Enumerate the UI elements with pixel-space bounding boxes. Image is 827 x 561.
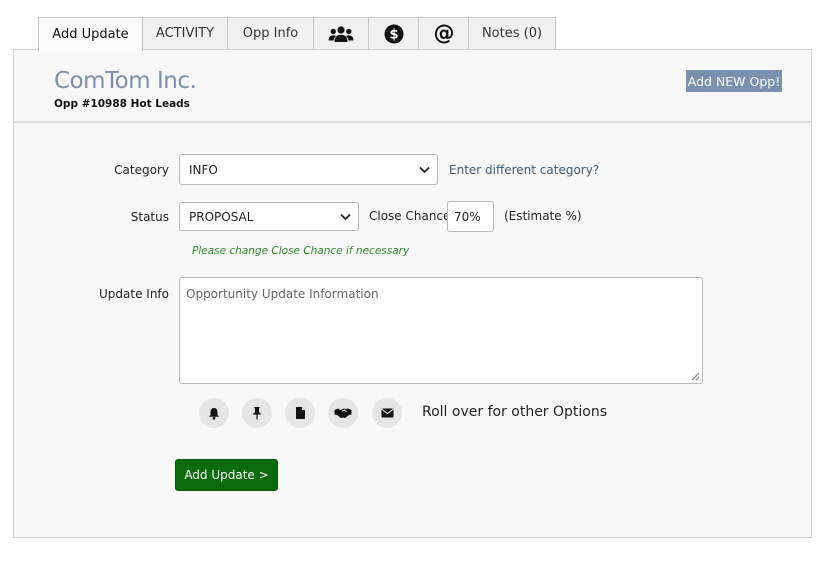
- enter-category-link[interactable]: Enter different category?: [449, 163, 599, 177]
- update-info-placeholder: Opportunity Update Information: [186, 287, 379, 301]
- close-chance-input[interactable]: 70%: [447, 201, 494, 232]
- opportunity-number: Opp #10988 Hot Leads: [54, 98, 190, 110]
- add-new-opp-button[interactable]: Add NEW Opp!: [686, 70, 782, 92]
- chevron-down-icon: [419, 166, 430, 173]
- at-icon: @: [433, 23, 454, 45]
- close-chance-label: Close Chance: [369, 209, 451, 223]
- tab-activity-label: ACTIVITY: [155, 26, 215, 41]
- close-chance-value: 70%: [454, 209, 481, 224]
- document-icon: [295, 407, 305, 419]
- update-info-label: Update Info: [99, 287, 169, 301]
- document-button[interactable]: [285, 398, 315, 428]
- reminder-button[interactable]: [199, 398, 229, 428]
- tab-notes-label: Notes (0): [481, 26, 543, 41]
- tab-team[interactable]: [313, 17, 369, 49]
- category-label: Category: [114, 163, 169, 177]
- rollover-options-text: Roll over for other Options: [422, 404, 608, 420]
- company-name[interactable]: ComTom Inc.: [54, 68, 197, 94]
- status-selected-value: PROPOSAL: [189, 209, 254, 224]
- tab-money[interactable]: $: [368, 17, 419, 49]
- pin-button[interactable]: [242, 398, 272, 428]
- email-button[interactable]: [372, 398, 402, 428]
- tab-bar: Add Update ACTIVITY Opp Info $ @ Notes (…: [38, 17, 556, 51]
- bell-icon: [209, 407, 219, 420]
- envelope-icon: [380, 408, 394, 418]
- tab-add-update[interactable]: Add Update: [38, 17, 143, 51]
- users-icon: [328, 25, 354, 42]
- category-select[interactable]: INFO: [179, 154, 438, 185]
- deal-button[interactable]: [328, 398, 358, 428]
- svg-text:$: $: [389, 27, 398, 42]
- tab-add-update-label: Add Update: [52, 27, 129, 42]
- resize-handle-icon[interactable]: [691, 372, 700, 381]
- handshake-icon: [334, 408, 352, 418]
- svg-text:@: @: [433, 23, 454, 45]
- estimate-label: (Estimate %): [504, 209, 582, 223]
- dollar-icon: $: [384, 24, 403, 43]
- tab-activity[interactable]: ACTIVITY: [142, 17, 228, 49]
- add-update-button[interactable]: Add Update >: [175, 459, 278, 491]
- tab-notes[interactable]: Notes (0): [468, 17, 556, 49]
- update-info-textarea[interactable]: Opportunity Update Information: [179, 277, 703, 384]
- tab-email[interactable]: @: [418, 17, 469, 49]
- chevron-down-icon: [340, 213, 351, 220]
- close-chance-hint: Please change Close Chance if necessary: [192, 245, 410, 257]
- opportunity-header: ComTom Inc. Opp #10988 Hot Leads Add NEW…: [14, 50, 811, 123]
- pin-icon: [252, 407, 262, 420]
- status-label: Status: [130, 210, 169, 224]
- tab-opp-info-label: Opp Info: [242, 26, 299, 41]
- category-selected-value: INFO: [189, 162, 218, 177]
- status-select[interactable]: PROPOSAL: [179, 202, 359, 231]
- tab-opp-info[interactable]: Opp Info: [227, 17, 314, 49]
